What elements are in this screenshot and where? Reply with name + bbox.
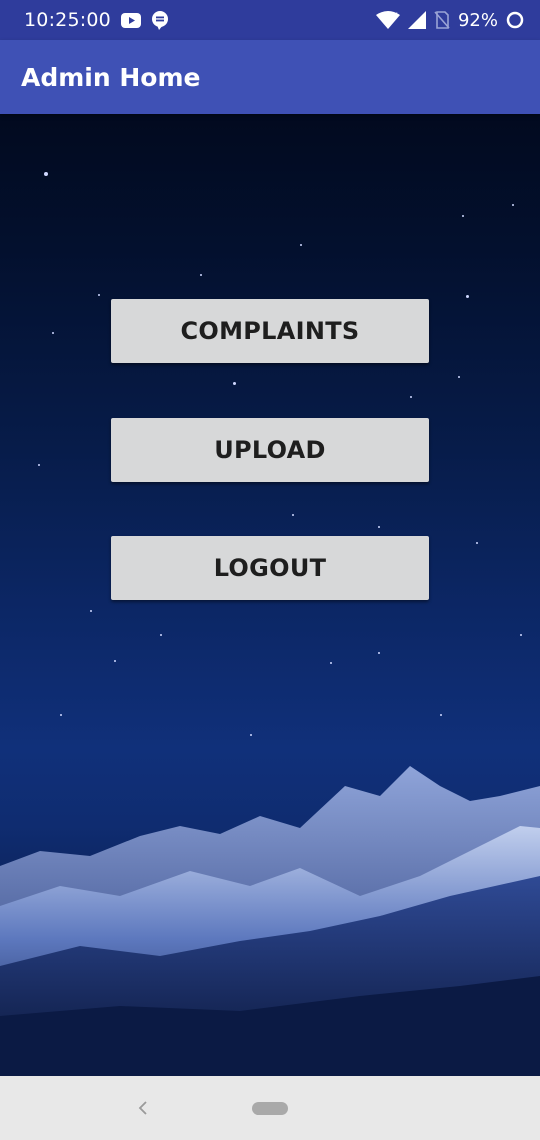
youtube-icon [120,12,141,28]
signal-icon [407,11,426,29]
status-bar: 10:25:00 x 92% [0,0,540,40]
wifi-icon: x [375,11,400,29]
page-title: Admin Home [21,62,201,92]
mountains-illustration [0,766,540,1076]
app-bar: Admin Home [0,40,540,114]
status-left: 10:25:00 [24,9,169,31]
status-time: 10:25:00 [24,9,111,31]
chat-bubble-icon [151,10,169,30]
main-content: COMPLAINTS UPLOAD LOGOUT [0,114,540,1076]
battery-saver-icon [506,11,524,29]
no-sim-icon [434,11,450,29]
complaints-button[interactable]: COMPLAINTS [111,299,429,363]
status-right: x 92% [375,9,524,31]
back-icon[interactable] [132,1096,154,1120]
upload-button[interactable]: UPLOAD [111,418,429,482]
navigation-bar [0,1076,540,1140]
svg-text:x: x [393,11,398,19]
logout-button[interactable]: LOGOUT [111,536,429,600]
battery-level: 92% [457,9,498,31]
home-pill-icon[interactable] [252,1102,288,1115]
